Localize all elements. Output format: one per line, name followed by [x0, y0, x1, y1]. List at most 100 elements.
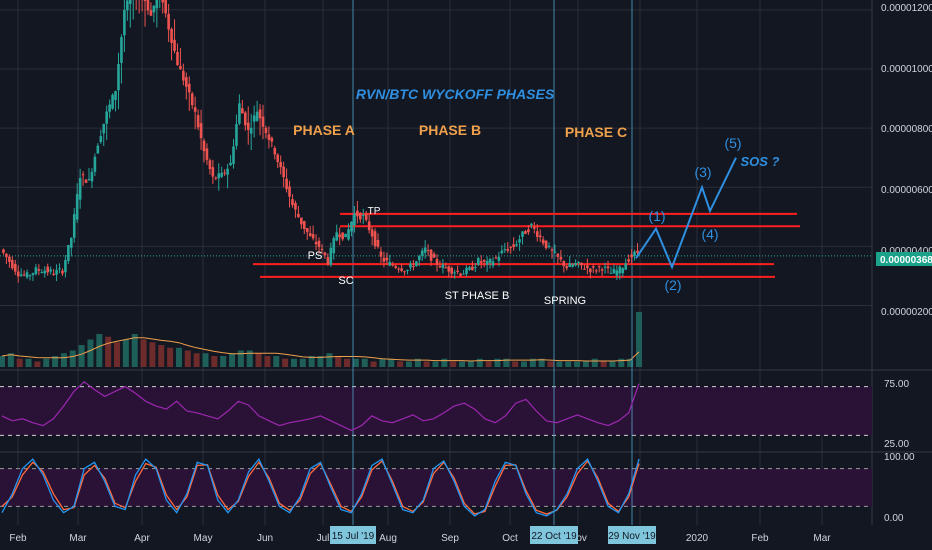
- volume-bar: [361, 358, 368, 367]
- price-tick: 0.00000600: [881, 185, 932, 196]
- volume-bar: [255, 353, 262, 367]
- volume-bar: [229, 353, 236, 367]
- candle-body: [81, 174, 85, 176]
- candle-body: [208, 160, 212, 170]
- volume-bar: [582, 361, 589, 367]
- candle-body: [597, 266, 601, 268]
- candle-body: [255, 111, 259, 121]
- candle-body: [580, 262, 583, 266]
- volume-bar: [600, 361, 607, 367]
- volume-bar: [211, 356, 218, 367]
- volume-bar: [441, 358, 448, 367]
- candle-body: [261, 116, 265, 127]
- candle-body: [214, 177, 218, 179]
- current-price-label: 0.00000368: [880, 255, 932, 266]
- candle-body: [167, 13, 170, 30]
- candle-body: [538, 235, 542, 238]
- time-label: Feb: [9, 533, 27, 544]
- candle-body: [589, 268, 592, 273]
- candle-body: [415, 261, 418, 266]
- time-label: May: [194, 533, 213, 544]
- volume-bar: [87, 339, 94, 367]
- candle-body: [96, 145, 100, 154]
- candle-body: [500, 250, 504, 254]
- volume-bar: [175, 347, 182, 367]
- candle-body: [55, 270, 58, 275]
- candle-body: [547, 245, 551, 248]
- candle-body: [297, 213, 300, 218]
- volume-bar: [397, 361, 404, 367]
- candle-body: [187, 83, 191, 93]
- volume-bar: [299, 358, 306, 367]
- volume-bar: [193, 353, 200, 367]
- candle-body: [64, 259, 67, 273]
- candle-body: [391, 264, 395, 266]
- candle-body: [506, 248, 510, 251]
- candle-body: [633, 251, 636, 256]
- candle-body: [482, 259, 486, 262]
- candle-body: [400, 268, 403, 271]
- candle-body: [367, 221, 371, 231]
- candle-body: [258, 109, 262, 119]
- candle-body: [43, 270, 47, 274]
- candle-body: [128, 0, 132, 5]
- candle-body: [120, 37, 123, 63]
- candle-body: [344, 233, 347, 238]
- candle-body: [252, 115, 256, 122]
- volume-bar: [388, 358, 395, 367]
- rvn-btc-chart[interactable]: RVN/BTC WYCKOFF PHASES PHASE A PHASE B P…: [0, 0, 932, 550]
- candle-body: [273, 147, 277, 155]
- candle-body: [341, 232, 344, 240]
- stoch-band-fill: [0, 468, 872, 507]
- candle-body: [279, 162, 282, 168]
- volume-bar: [335, 356, 342, 367]
- candle-body: [117, 64, 120, 91]
- candle-body: [497, 256, 501, 261]
- candle-body: [232, 146, 235, 164]
- candle-body: [444, 267, 448, 269]
- candle-body: [591, 266, 595, 268]
- volume-bar: [131, 334, 138, 367]
- volume-bar: [591, 358, 598, 367]
- volume-bar: [0, 356, 5, 367]
- candle-body: [49, 269, 52, 272]
- candle-body: [432, 253, 436, 258]
- candle-body: [235, 124, 238, 146]
- candle-body: [394, 266, 398, 268]
- volume-bar: [167, 347, 174, 367]
- volume-bar: [352, 358, 359, 367]
- candle-body: [308, 233, 312, 237]
- candle-body: [276, 154, 280, 162]
- candle-body: [267, 134, 271, 140]
- time-label: Mar: [69, 533, 87, 544]
- candle-body: [288, 186, 291, 197]
- volume-bar: [114, 342, 121, 367]
- volume-bar: [282, 358, 289, 367]
- candle-body: [612, 268, 616, 274]
- candle-body: [350, 221, 353, 232]
- candle-body: [2, 249, 5, 253]
- volume-bar: [105, 336, 112, 367]
- volume-bar: [16, 358, 23, 367]
- candle-body: [512, 244, 515, 248]
- candle-body: [329, 247, 333, 265]
- candle-body: [246, 122, 250, 130]
- candle-body: [270, 137, 274, 142]
- candle-body: [205, 148, 209, 160]
- candle-body: [37, 269, 41, 271]
- candle-body: [241, 108, 244, 114]
- candle-body: [450, 267, 454, 274]
- volume-bar: [273, 356, 280, 367]
- candle-body: [353, 213, 356, 226]
- volume-bar: [202, 353, 209, 367]
- candle-body: [199, 123, 203, 139]
- stoch-tick: 0.00: [884, 513, 904, 524]
- volume-bar: [450, 361, 457, 367]
- candle-body: [52, 273, 55, 275]
- candle-body: [630, 254, 633, 258]
- candle-body: [161, 0, 165, 3]
- candle-body: [323, 252, 327, 256]
- candle-body: [294, 202, 297, 210]
- candle-body: [311, 234, 315, 239]
- candle-body: [302, 221, 306, 230]
